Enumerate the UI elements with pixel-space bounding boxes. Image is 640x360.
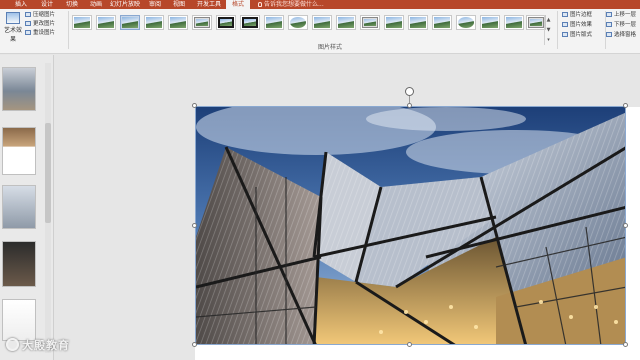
resize-handle[interactable] bbox=[407, 342, 412, 347]
picture-border-icon bbox=[562, 12, 568, 17]
picture-style-18[interactable] bbox=[480, 15, 500, 30]
change-picture-icon bbox=[25, 21, 31, 26]
thumbnail-scrollbar[interactable] bbox=[45, 63, 51, 353]
tab-transitions[interactable]: 切换 bbox=[61, 0, 83, 9]
tab-design[interactable]: 设计 bbox=[36, 0, 58, 9]
picture-style-4[interactable] bbox=[144, 15, 164, 30]
tell-me-box[interactable]: 告诉我您想要做什么... bbox=[258, 0, 324, 9]
picture-style-16[interactable] bbox=[432, 15, 452, 30]
picture-style-1[interactable] bbox=[72, 15, 92, 30]
compress-icon bbox=[25, 12, 31, 17]
gallery-scroll[interactable]: ▲ ▼ ▾ bbox=[544, 15, 552, 45]
compress-label: 压缩图片 bbox=[33, 12, 56, 18]
compress-pictures-button[interactable]: 压缩图片 bbox=[25, 11, 55, 19]
picture-style-12[interactable] bbox=[336, 15, 356, 30]
picture-layout-icon bbox=[562, 32, 568, 37]
ribbon-tab-bar: 插入 设计 切换 动画 幻灯片放映 审阅 视图 开发工具 格式 告诉我您想要做什… bbox=[0, 0, 640, 9]
selection-pane-button[interactable]: 选择窗格 bbox=[606, 31, 636, 39]
bring-forward-label: 上移一层 bbox=[614, 12, 637, 18]
resize-handle[interactable] bbox=[407, 103, 412, 108]
tab-slideshow[interactable]: 幻灯片放映 bbox=[108, 0, 142, 9]
send-backward-icon bbox=[606, 22, 612, 27]
picture-style-13[interactable] bbox=[360, 15, 380, 30]
art-effects-label: 艺术效果 bbox=[3, 27, 22, 43]
picture-layout-label: 图片版式 bbox=[570, 32, 593, 38]
resize-handle[interactable] bbox=[623, 223, 628, 228]
group-divider bbox=[557, 11, 558, 49]
picture-style-6[interactable] bbox=[192, 15, 212, 30]
send-backward-button[interactable]: 下移一层 bbox=[606, 21, 636, 29]
selection-pane-icon bbox=[606, 32, 612, 37]
slide-thumbnail[interactable] bbox=[2, 299, 36, 341]
slide-thumbnail[interactable] bbox=[2, 241, 36, 287]
picture-border-button[interactable]: 图片边框 bbox=[562, 11, 592, 19]
picture-style-5[interactable] bbox=[168, 15, 188, 30]
picture-style-7[interactable] bbox=[216, 15, 236, 30]
picture-style-10[interactable] bbox=[288, 15, 308, 30]
art-effects-icon bbox=[6, 12, 20, 24]
picture-style-8[interactable] bbox=[240, 15, 260, 30]
picture-style-17[interactable] bbox=[456, 15, 476, 30]
group-divider bbox=[68, 11, 69, 49]
rotate-handle-icon[interactable] bbox=[405, 87, 414, 96]
slide-thumbnail[interactable] bbox=[2, 67, 36, 111]
tab-format[interactable]: 格式 bbox=[226, 0, 250, 9]
reset-icon bbox=[25, 30, 31, 35]
selection-pane-label: 选择窗格 bbox=[614, 32, 637, 38]
picture-effects-label: 图片效果 bbox=[570, 22, 593, 28]
ribbon-panel: 艺术效果 压缩图片 更改图片 重设图片 ▲ ▼ ▾ 图片样式 图片边框 图片效果… bbox=[0, 9, 640, 54]
architecture-photo bbox=[196, 107, 625, 344]
picture-style-19[interactable] bbox=[504, 15, 524, 30]
gallery-more-icon[interactable]: ▾ bbox=[545, 35, 552, 45]
watermark: 大殿教育 bbox=[6, 337, 70, 353]
resize-handle[interactable] bbox=[192, 103, 197, 108]
picture-style-14[interactable] bbox=[384, 15, 404, 30]
tell-me-text: 告诉我您想要做什么... bbox=[264, 1, 324, 8]
tab-animations[interactable]: 动画 bbox=[85, 0, 107, 9]
tab-home-partial[interactable] bbox=[0, 0, 4, 9]
bring-forward-button[interactable]: 上移一层 bbox=[606, 11, 636, 19]
picture-style-15[interactable] bbox=[408, 15, 428, 30]
picture-layout-button[interactable]: 图片版式 bbox=[562, 31, 592, 39]
slide-thumbnail-pane bbox=[0, 55, 54, 360]
tab-review[interactable]: 审阅 bbox=[144, 0, 166, 9]
picture-style-2[interactable] bbox=[96, 15, 116, 30]
watermark-text: 大殿教育 bbox=[22, 339, 70, 352]
reset-label: 重设图片 bbox=[33, 30, 56, 36]
gallery-scroll-down-icon[interactable]: ▼ bbox=[545, 25, 552, 35]
lightbulb-icon bbox=[258, 2, 262, 7]
selected-picture[interactable] bbox=[195, 106, 626, 345]
watermark-logo-icon bbox=[6, 338, 19, 351]
resize-handle[interactable] bbox=[192, 223, 197, 228]
resize-handle[interactable] bbox=[192, 342, 197, 347]
tab-developer[interactable]: 开发工具 bbox=[194, 0, 224, 9]
resize-handle[interactable] bbox=[623, 342, 628, 347]
art-effects-button[interactable]: 艺术效果 bbox=[2, 12, 24, 43]
picture-effects-icon bbox=[562, 22, 568, 27]
gallery-scroll-up-icon[interactable]: ▲ bbox=[545, 15, 552, 25]
slide-thumbnail[interactable] bbox=[2, 127, 36, 175]
reset-picture-button[interactable]: 重设图片 bbox=[25, 29, 55, 37]
picture-effects-button[interactable]: 图片效果 bbox=[562, 21, 592, 29]
resize-handle[interactable] bbox=[623, 103, 628, 108]
slide-thumbnail[interactable] bbox=[2, 185, 36, 229]
bring-forward-icon bbox=[606, 12, 612, 17]
picture-border-label: 图片边框 bbox=[570, 12, 593, 18]
picture-style-9[interactable] bbox=[264, 15, 284, 30]
scrollbar-thumb[interactable] bbox=[45, 123, 51, 223]
picture-styles-group-label: 图片样式 bbox=[318, 44, 343, 51]
tab-view[interactable]: 视图 bbox=[168, 0, 190, 9]
picture-style-20[interactable] bbox=[526, 15, 546, 30]
send-backward-label: 下移一层 bbox=[614, 22, 637, 28]
picture-style-3[interactable] bbox=[120, 15, 140, 30]
change-label: 更改图片 bbox=[33, 21, 56, 27]
change-picture-button[interactable]: 更改图片 bbox=[25, 20, 55, 28]
picture-style-11[interactable] bbox=[312, 15, 332, 30]
tab-insert[interactable]: 插入 bbox=[10, 0, 32, 9]
